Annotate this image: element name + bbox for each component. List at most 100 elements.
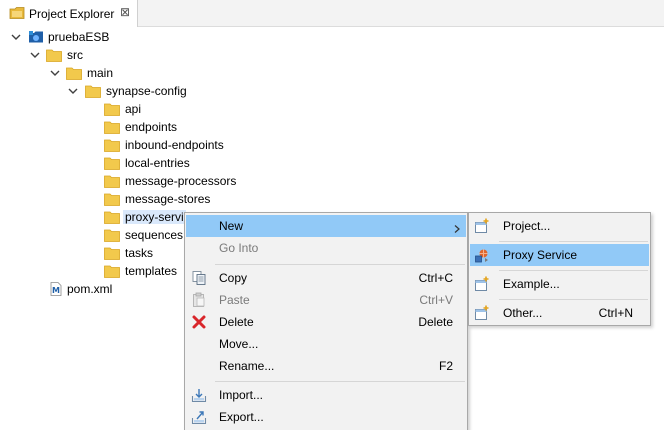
new-project-icon <box>474 218 490 234</box>
menu-item-label: New <box>219 219 244 233</box>
menu-item-label: Move... <box>219 337 259 351</box>
folder-icon <box>104 210 120 224</box>
menu-item-delete[interactable]: Delete Delete <box>186 311 466 333</box>
submenu-item-other[interactable]: Other... Ctrl+N <box>470 302 649 324</box>
tree-item-label: main <box>87 66 114 80</box>
tab-project-explorer[interactable]: Project Explorer ⊠ <box>0 0 138 27</box>
shortcut-label: Ctrl+C <box>418 271 453 285</box>
tree-item-label: pruebaESB <box>48 30 110 44</box>
tree-item-synapse-config[interactable]: synapse-config <box>0 82 200 100</box>
tree-item-sequences[interactable]: sequences <box>0 226 184 244</box>
folder-icon <box>104 174 120 188</box>
paste-icon <box>191 292 207 308</box>
maven-file-icon: M <box>48 282 64 296</box>
menu-separator <box>499 270 648 271</box>
shortcut-label: Delete <box>418 315 453 329</box>
project-explorer-icon <box>9 6 25 20</box>
submenu-item-label: Other... <box>503 306 543 320</box>
tree-item-label: inbound-endpoints <box>125 138 224 152</box>
shortcut-label: Ctrl+V <box>419 293 453 307</box>
folder-icon <box>104 156 120 170</box>
folder-icon <box>104 138 120 152</box>
close-icon[interactable]: ⊠ <box>118 5 132 19</box>
esb-project-icon <box>28 30 44 44</box>
tree-item-tasks[interactable]: tasks <box>0 244 184 262</box>
tree-item-label: message-stores <box>125 192 211 206</box>
tree-item-label: pom.xml <box>67 282 113 296</box>
menu-item-label: Copy <box>219 271 248 285</box>
tree-item-api[interactable]: api <box>0 100 200 118</box>
folder-icon <box>104 228 120 242</box>
eclipse-window: Project Explorer ⊠ pruebaESB src main sy… <box>0 0 664 430</box>
menu-item-label: Paste <box>219 293 250 307</box>
tree-item-inbound-endpoints[interactable]: inbound-endpoints <box>0 136 224 154</box>
tree-item-label: sequences <box>125 228 184 242</box>
submenu-item-example[interactable]: Example... <box>470 273 649 295</box>
new-wizard-icon <box>474 305 490 321</box>
tree-item-project[interactable]: pruebaESB <box>0 28 200 46</box>
menu-item-label: Delete <box>219 315 254 329</box>
menu-item-paste[interactable]: Paste Ctrl+V <box>186 289 466 311</box>
menu-item-copy[interactable]: Copy Ctrl+C <box>186 267 466 289</box>
tree-item-label: proxy-servi <box>123 210 186 224</box>
menu-separator <box>215 381 465 382</box>
import-icon <box>191 387 207 403</box>
tree-item-label: templates <box>125 264 178 278</box>
menu-item-rename[interactable]: Rename... F2 <box>186 355 466 377</box>
tree-item-src[interactable]: src <box>0 46 200 64</box>
submenu-item-label: Proxy Service <box>503 248 578 262</box>
submenu-item-label: Example... <box>503 277 560 291</box>
chevron-down-icon[interactable] <box>10 31 22 43</box>
menu-item-import[interactable]: Import... <box>186 384 466 406</box>
submenu-item-project[interactable]: Project... <box>470 215 649 237</box>
tree-item-label: src <box>67 48 83 62</box>
context-menu: New Go Into Copy Ctrl+C Paste Ctrl+V Del… <box>184 212 468 430</box>
chevron-down-icon[interactable] <box>67 85 79 97</box>
tree-item-endpoints[interactable]: endpoints <box>0 118 200 136</box>
folder-icon <box>46 48 62 62</box>
svg-text:M: M <box>52 286 60 295</box>
tree-item-message-stores[interactable]: message-stores <box>0 190 220 208</box>
tree-item-proxy-services[interactable]: proxy-servi <box>0 208 186 226</box>
export-icon <box>191 409 207 425</box>
tree-item-label: api <box>125 102 142 116</box>
menu-item-label: Import... <box>219 388 264 402</box>
menu-separator <box>215 264 465 265</box>
view-title: Project Explorer <box>29 7 115 21</box>
folder-icon <box>85 84 101 98</box>
delete-icon <box>191 314 207 330</box>
folder-icon <box>66 66 82 80</box>
tree-item-label: message-processors <box>125 174 237 188</box>
tree-item-label: synapse-config <box>106 84 187 98</box>
new-example-icon <box>474 276 490 292</box>
menu-item-go-into[interactable]: Go Into <box>186 237 466 259</box>
tree-item-label: tasks <box>125 246 154 260</box>
proxy-service-icon <box>474 247 490 263</box>
tree-item-message-processors[interactable]: message-processors <box>0 172 240 190</box>
chevron-down-icon[interactable] <box>29 49 41 61</box>
shortcut-label: Ctrl+N <box>598 306 633 320</box>
chevron-down-icon[interactable] <box>49 67 61 79</box>
folder-icon <box>104 102 120 116</box>
tree-item-pom[interactable]: M pom.xml <box>0 280 184 298</box>
chevron-right-icon <box>454 222 460 233</box>
tree-item-local-entries[interactable]: local-entries <box>0 154 200 172</box>
folder-icon <box>104 120 120 134</box>
copy-icon <box>191 270 207 286</box>
tree-item-templates[interactable]: templates <box>0 262 184 280</box>
folder-icon <box>104 192 120 206</box>
menu-separator <box>499 241 648 242</box>
folder-icon <box>104 264 120 278</box>
menu-item-export[interactable]: Export... <box>186 406 466 428</box>
menu-separator <box>499 299 648 300</box>
view-tab-bar: Project Explorer ⊠ <box>0 0 664 27</box>
submenu-item-label: Project... <box>503 219 551 233</box>
menu-item-move[interactable]: Move... <box>186 333 466 355</box>
tree-item-label: endpoints <box>125 120 178 134</box>
folder-icon <box>104 246 120 260</box>
menu-item-label: Export... <box>219 410 264 424</box>
submenu-item-proxy-service[interactable]: Proxy Service <box>470 244 649 266</box>
shortcut-label: F2 <box>438 359 453 373</box>
tree-item-main[interactable]: main <box>0 64 200 82</box>
menu-item-new[interactable]: New <box>186 215 466 237</box>
